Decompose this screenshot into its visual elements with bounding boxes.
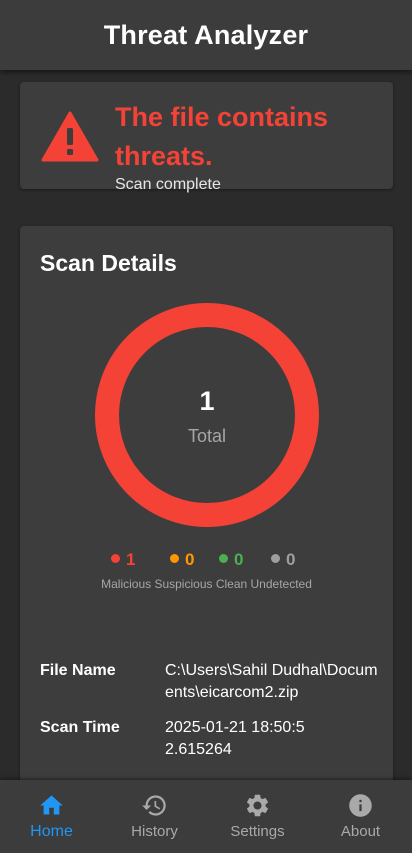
settings-icon [246,794,269,817]
history-icon [142,795,166,816]
suspicious-count: 0 [185,550,195,569]
nav-settings[interactable]: Settings [206,780,309,853]
file-name-value: C:\Users\Sahil Dudhal\Documents\eicarcom… [165,662,378,701]
file-name-label: File Name [40,662,116,679]
app-bar: Threat Analyzer [0,0,412,70]
scan-time-value: 2025-01-21 18:50:52.615264 [165,719,305,758]
nav-home-label: Home [30,823,73,840]
alert-subtitle: Scan complete [115,176,221,193]
nav-home[interactable]: Home [0,780,103,853]
app-screen: Threat Analyzer The file contains threat… [0,0,412,853]
nav-settings-label: Settings [230,823,285,840]
undetected-dot [271,554,280,563]
clean-count: 0 [234,550,244,569]
legend-malicious: 1 [111,550,135,572]
scan-time-label: Scan Time [40,719,120,736]
legend-labels: Malicious Suspicious Clean Undetected [101,577,312,591]
nav-history[interactable]: History [103,780,206,853]
suspicious-dot [170,554,179,563]
legend-clean: 0 [219,550,243,572]
main-content[interactable]: The file contains threats. Scan complete… [0,70,412,780]
legend-undetected: 0 [271,550,295,572]
info-icon [349,794,372,817]
nav-history-label: History [131,823,178,840]
undetected-count: 0 [286,550,296,569]
total-label: Total [187,426,227,446]
warning-triangle-icon [41,111,99,162]
app-title: Threat Analyzer [103,19,309,50]
malicious-count: 1 [126,550,136,569]
alert-title: The file contains threats. [115,102,329,171]
bottom-navigation: Home History Settings About [0,780,412,853]
clean-dot [219,554,228,563]
home-icon [40,795,63,815]
total-count: 1 [199,386,215,416]
legend-suspicious: 0 [170,550,194,572]
nav-about[interactable]: About [309,780,412,853]
malicious-dot [111,554,120,563]
nav-about-label: About [340,823,381,840]
threat-alert-card: The file contains threats. Scan complete [20,82,393,193]
scan-details-title: Scan Details [40,250,177,276]
scan-details-card: Scan Details 1 Total 1 0 0 0 Malicious S… [20,226,393,780]
